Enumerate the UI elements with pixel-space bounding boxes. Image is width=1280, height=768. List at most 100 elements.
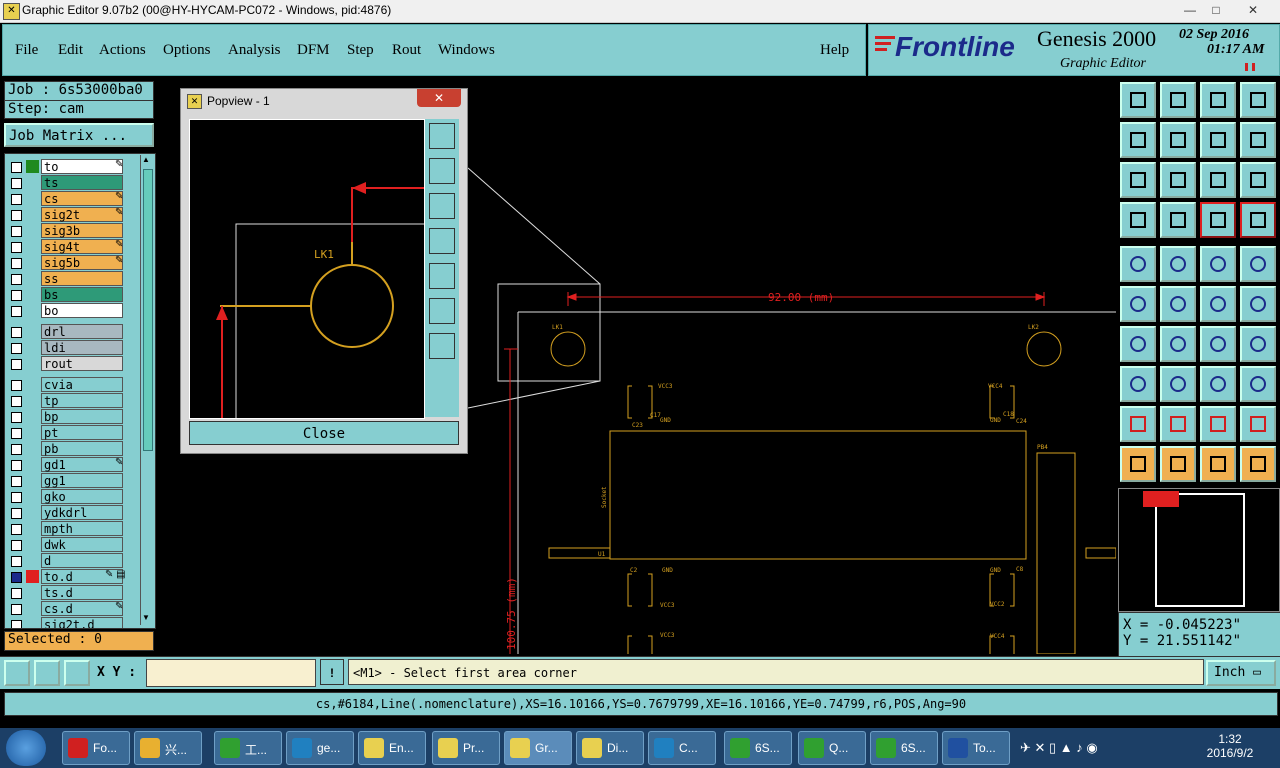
- popview-zoom-out-icon[interactable]: [429, 333, 455, 359]
- layer-row[interactable]: cvia: [5, 377, 141, 393]
- layer-checkbox[interactable]: [11, 306, 22, 317]
- layer-row[interactable]: sig5b ✎: [5, 255, 141, 271]
- layer-row[interactable]: drl: [5, 324, 141, 340]
- layer-checkbox[interactable]: [11, 210, 22, 221]
- layer-checkbox[interactable]: [11, 396, 22, 407]
- tray-icons[interactable]: ✈ ✕ ▯ ▲ ♪ ◉: [1020, 740, 1098, 756]
- layer-row[interactable]: cs ✎: [5, 191, 141, 207]
- menu-help[interactable]: Help: [820, 42, 849, 59]
- taskbar-item[interactable]: Di...: [576, 731, 644, 765]
- layer-row[interactable]: ldi: [5, 340, 141, 356]
- zoom-box-icon[interactable]: [1160, 82, 1196, 118]
- measure-icon[interactable]: [34, 660, 60, 686]
- layer-name[interactable]: cs: [41, 191, 123, 206]
- snap-icon[interactable]: [4, 660, 30, 686]
- overview-map[interactable]: [1118, 488, 1280, 612]
- layer-checkbox[interactable]: [11, 508, 22, 519]
- menu-actions[interactable]: Actions: [99, 42, 146, 59]
- scale-1-2-icon[interactable]: [1200, 162, 1236, 198]
- taskbar-item[interactable]: 兴...: [134, 731, 202, 765]
- layer-row[interactable]: tp: [5, 393, 141, 409]
- triangle-b-icon[interactable]: [1160, 406, 1196, 442]
- popview-canvas[interactable]: LK1: [189, 119, 425, 419]
- move-point-icon[interactable]: [1200, 286, 1236, 322]
- layer-checkbox[interactable]: [11, 380, 22, 391]
- grid-icon[interactable]: [64, 660, 90, 686]
- layer-name[interactable]: gko: [41, 489, 123, 504]
- overview-viewport[interactable]: [1143, 491, 1179, 507]
- layer-checkbox[interactable]: [11, 524, 22, 535]
- layer-name[interactable]: sig5b: [41, 255, 123, 270]
- measure-icon[interactable]: [1200, 366, 1236, 402]
- taskbar-item[interactable]: To...: [942, 731, 1010, 765]
- popview-close-button[interactable]: Close: [189, 421, 459, 445]
- taskbar-item[interactable]: 6S...: [870, 731, 938, 765]
- layer-name[interactable]: ldi: [41, 340, 123, 355]
- start-button[interactable]: [6, 730, 46, 766]
- layer-checkbox[interactable]: [11, 572, 22, 583]
- zoom-fit-all-icon[interactable]: [1120, 162, 1156, 198]
- layer-checkbox[interactable]: [11, 359, 22, 370]
- tray-clock[interactable]: 1:32 2016/9/2: [1200, 732, 1260, 760]
- layer-row[interactable]: rout: [5, 356, 141, 372]
- layer-checkbox[interactable]: [11, 556, 22, 567]
- scroll-down-icon[interactable]: ▼: [142, 613, 152, 623]
- zoom-in-out-icon[interactable]: [1200, 122, 1236, 158]
- pad-replace-icon[interactable]: [1120, 366, 1156, 402]
- layer-row[interactable]: bs: [5, 287, 141, 303]
- layer-checkbox[interactable]: [11, 226, 22, 237]
- execute-button[interactable]: !: [320, 659, 344, 685]
- menu-windows[interactable]: Windows: [438, 42, 495, 59]
- layer-row[interactable]: sig3b: [5, 223, 141, 239]
- layer-checkbox[interactable]: [11, 620, 22, 628]
- net-select-icon[interactable]: [1200, 202, 1236, 238]
- cross-icon[interactable]: [1160, 286, 1196, 322]
- menu-file[interactable]: File: [15, 42, 38, 59]
- layer-name[interactable]: gg1: [41, 473, 123, 488]
- connect-icon[interactable]: [1120, 286, 1156, 322]
- unit-select[interactable]: Inch ▭: [1206, 660, 1276, 686]
- layer-checkbox[interactable]: [11, 412, 22, 423]
- zoom-center-icon[interactable]: [1160, 162, 1196, 198]
- taskbar-item[interactable]: 工...: [214, 731, 282, 765]
- layer-name[interactable]: mpth: [41, 521, 123, 536]
- layer-checkbox[interactable]: [11, 194, 22, 205]
- layer-row[interactable]: cs.d ✎: [5, 601, 141, 617]
- layer-row[interactable]: dwk: [5, 537, 141, 553]
- layer-checkbox[interactable]: [11, 460, 22, 471]
- text-tool-icon[interactable]: [1240, 326, 1276, 362]
- arc-point-icon[interactable]: [1240, 286, 1276, 322]
- minimize-button[interactable]: —: [1178, 2, 1202, 18]
- layer-row[interactable]: gg1: [5, 473, 141, 489]
- popview-pan-right-icon[interactable]: [429, 263, 455, 289]
- job-matrix-button[interactable]: Job Matrix ...: [4, 123, 154, 147]
- shapes-icon[interactable]: [1240, 366, 1276, 402]
- layer-row[interactable]: pb: [5, 441, 141, 457]
- layer-row[interactable]: sig2t.d: [5, 617, 141, 628]
- layer-checkbox[interactable]: [11, 274, 22, 285]
- layer-scrollbar[interactable]: ▲ ▼: [140, 155, 153, 625]
- layer-checkbox[interactable]: [11, 588, 22, 599]
- zoom-window-icon[interactable]: [1240, 82, 1276, 118]
- taskbar-item[interactable]: Q...: [798, 731, 866, 765]
- surface-add-icon[interactable]: [1240, 246, 1276, 282]
- layer-color-swatch[interactable]: [26, 160, 39, 173]
- layer-row[interactable]: ts.d: [5, 585, 141, 601]
- snap-mode-icon[interactable]: [1120, 202, 1156, 238]
- layer-row[interactable]: ydkdrl: [5, 505, 141, 521]
- layer-name[interactable]: dwk: [41, 537, 123, 552]
- layer-name[interactable]: bs: [41, 287, 123, 302]
- ruler-icon[interactable]: [1200, 246, 1236, 282]
- menu-dfm[interactable]: DFM: [297, 42, 330, 59]
- layer-name[interactable]: pb: [41, 441, 123, 456]
- layer-row[interactable]: sig2t ✎: [5, 207, 141, 223]
- layer-row[interactable]: gko: [5, 489, 141, 505]
- layer-name[interactable]: gd1: [41, 457, 123, 472]
- layer-name[interactable]: rout: [41, 356, 123, 371]
- popview-close-icon[interactable]: ✕: [417, 89, 461, 107]
- layer-name[interactable]: sig2t.d: [41, 617, 123, 628]
- scroll-up-icon[interactable]: ▲: [142, 155, 152, 165]
- layer-checkbox[interactable]: [11, 162, 22, 173]
- popview-pan-left-icon[interactable]: [429, 228, 455, 254]
- grid-icon[interactable]: [1160, 202, 1196, 238]
